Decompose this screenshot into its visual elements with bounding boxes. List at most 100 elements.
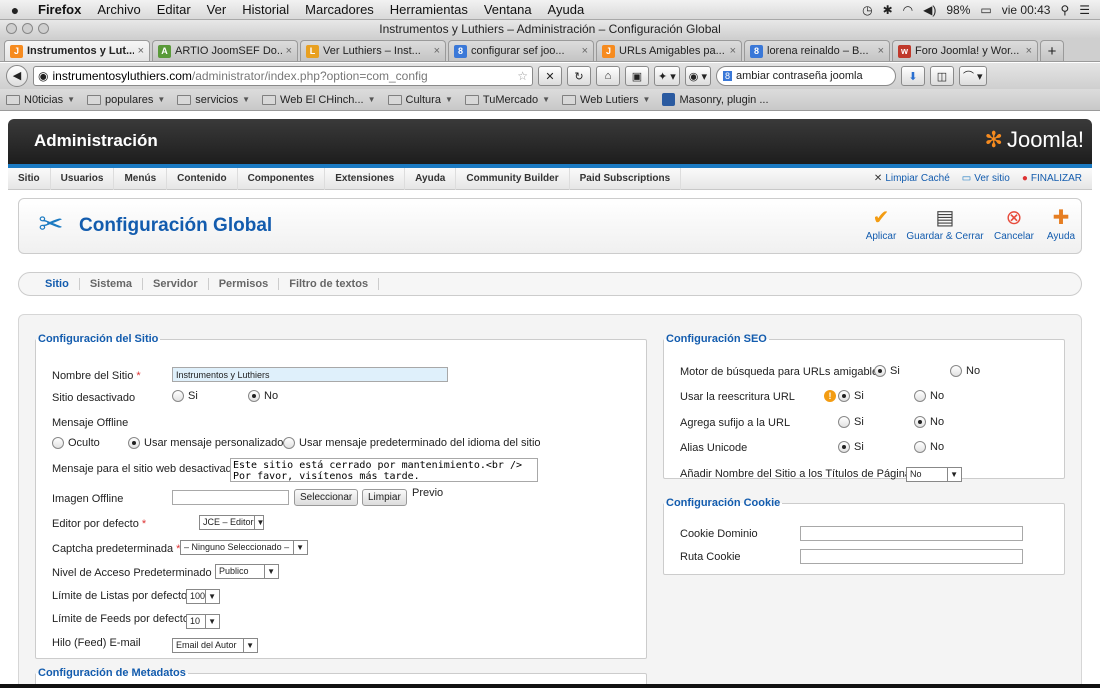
close-tab-icon[interactable]: ×	[730, 45, 736, 57]
new-tab-button[interactable]: +	[1040, 40, 1064, 61]
stop-button[interactable]: ✕	[538, 66, 562, 86]
zoom-window-button[interactable]	[38, 23, 49, 34]
clear-image-button[interactable]: Limpiar	[362, 489, 407, 506]
minimize-window-button[interactable]	[22, 23, 33, 34]
logout-link[interactable]: ● FINALIZAR	[1022, 173, 1082, 184]
browser-tab[interactable]: J URLs Amigables pa... ×	[596, 40, 742, 61]
bookmark-item[interactable]: Masonry, plugin ...	[662, 93, 769, 106]
sef-no-radio[interactable]: No	[950, 365, 980, 377]
offline-text-textarea[interactable]	[230, 458, 538, 482]
cookie-path-input[interactable]	[800, 549, 1023, 564]
access-level-select[interactable]: Publico ▼	[215, 564, 279, 579]
browser-tab[interactable]: A ARTIO JoomSEF Do... ×	[152, 40, 298, 61]
menu-marcadores[interactable]: Marcadores	[297, 2, 382, 17]
offline-yes-radio[interactable]: Si	[172, 390, 198, 402]
close-tab-icon[interactable]: ×	[286, 45, 292, 57]
tab-sistema[interactable]: Sistema	[80, 278, 144, 290]
warning-icon[interactable]: !	[824, 390, 836, 402]
rewrite-no-radio[interactable]: No	[914, 390, 944, 402]
addon2-button[interactable]: ◉ ▾	[684, 66, 711, 86]
offline-msg-hidden-radio[interactable]: Oculto	[52, 437, 100, 449]
unicode-yes-radio[interactable]: Si	[838, 441, 864, 453]
sef-yes-radio[interactable]: Si	[874, 365, 900, 377]
offline-msg-custom-radio[interactable]: Usar mensaje personalizado	[128, 437, 283, 449]
cancel-button[interactable]: ⊗ Cancelar	[992, 205, 1036, 242]
admin-menu-extensiones[interactable]: Extensiones	[325, 167, 406, 190]
admin-menu-componentes[interactable]: Componentes	[238, 167, 326, 190]
close-tab-icon[interactable]: ×	[582, 45, 588, 57]
menu-ventana[interactable]: Ventana	[476, 2, 540, 17]
bluetooth-icon[interactable]: ✱	[883, 3, 893, 17]
browser-tab[interactable]: 8 lorena reinaldo – B... ×	[744, 40, 890, 61]
tab-sitio[interactable]: Sitio	[35, 278, 80, 290]
editor-select[interactable]: JCE – Editor ▼	[199, 515, 264, 530]
back-button[interactable]: ◀	[6, 65, 28, 87]
menu-historial[interactable]: Historial	[234, 2, 297, 17]
addon3-button[interactable]: ◫	[929, 66, 954, 86]
admin-menu-sitio[interactable]: Sitio	[8, 167, 51, 190]
bookmark-item[interactable]: servicios ▼	[177, 94, 250, 106]
extension-button[interactable]: ▣	[625, 66, 649, 86]
search-input[interactable]: 8 ambiar contraseña joomla	[715, 66, 896, 86]
home-button[interactable]: ⌂	[596, 66, 620, 86]
battery-percent[interactable]: 98%	[946, 3, 970, 17]
admin-menu-contenido[interactable]: Contenido	[167, 167, 238, 190]
spotlight-icon[interactable]: ⚲	[1060, 3, 1069, 17]
download-button[interactable]: ⬇	[900, 66, 925, 86]
sitename-titles-select[interactable]: No ▼	[906, 467, 962, 482]
menu-ver[interactable]: Ver	[199, 2, 235, 17]
unicode-no-radio[interactable]: No	[914, 441, 944, 453]
reload-button[interactable]: ↻	[567, 66, 591, 86]
notification-icon[interactable]: ☰	[1079, 3, 1090, 17]
joomla-logo[interactable]: ✻ Joomla!	[985, 127, 1084, 153]
suffix-no-radio[interactable]: No	[914, 416, 944, 428]
browser-tab[interactable]: J Instrumentos y Lut... ×	[4, 40, 150, 61]
bookmark-star-icon[interactable]: ☆	[517, 69, 528, 83]
admin-menu-menus[interactable]: Menús	[114, 167, 168, 190]
offline-image-input[interactable]	[172, 490, 289, 505]
feed-email-select[interactable]: Email del Autor ▼	[172, 638, 258, 653]
tab-filtro-textos[interactable]: Filtro de textos	[279, 278, 380, 290]
browser-tab[interactable]: 8 configurar sef joo... ×	[448, 40, 594, 61]
help-button[interactable]: ✚ Ayuda	[1043, 205, 1079, 242]
admin-menu-ayuda[interactable]: Ayuda	[405, 167, 457, 190]
list-limit-select[interactable]: 100 ▼	[186, 589, 220, 604]
admin-menu-usuarios[interactable]: Usuarios	[51, 167, 115, 190]
addon-button[interactable]: ✦ ▾	[654, 66, 680, 86]
menu-archivo[interactable]: Archivo	[89, 2, 148, 17]
volume-icon[interactable]: ◀)	[923, 3, 936, 17]
time-machine-icon[interactable]: ◷	[862, 3, 872, 17]
bookmark-item[interactable]: TuMercado ▼	[464, 94, 550, 106]
apple-icon[interactable]: ●	[0, 2, 30, 18]
menu-ayuda[interactable]: Ayuda	[540, 2, 593, 17]
bookmark-item[interactable]: Web El CHinch... ▼	[262, 94, 376, 106]
wifi-icon[interactable]: ◠	[903, 3, 913, 17]
bookmark-item[interactable]: populares ▼	[87, 94, 165, 106]
save-close-button[interactable]: ▤ Guardar & Cerrar	[905, 205, 985, 242]
site-name-input[interactable]: Instrumentos y Luthiers	[172, 367, 448, 382]
url-bar[interactable]: ◉ instrumentosyluthiers.com/administrato…	[33, 66, 533, 86]
offline-msg-default-radio[interactable]: Usar mensaje predeterminado del idioma d…	[283, 437, 541, 449]
feed-limit-select[interactable]: 10 ▼	[186, 614, 220, 629]
menu-herramientas[interactable]: Herramientas	[382, 2, 476, 17]
apply-button[interactable]: ✔ Aplicar	[861, 205, 901, 242]
tab-servidor[interactable]: Servidor	[143, 278, 209, 290]
browser-tab[interactable]: w Foro Joomla! y Wor... ×	[892, 40, 1038, 61]
admin-menu-community-builder[interactable]: Community Builder	[456, 167, 570, 190]
menu-editar[interactable]: Editar	[149, 2, 199, 17]
clock[interactable]: vie 00:43	[1002, 3, 1051, 17]
close-tab-icon[interactable]: ×	[434, 45, 440, 57]
menu-firefox[interactable]: Firefox	[30, 2, 89, 17]
bookmark-item[interactable]: Web Lutiers ▼	[562, 94, 650, 106]
cookie-domain-input[interactable]	[800, 526, 1023, 541]
close-tab-icon[interactable]: ×	[1026, 45, 1032, 57]
rewrite-yes-radio[interactable]: Si	[838, 390, 864, 402]
bookmark-item[interactable]: N0ticias ▼	[6, 94, 75, 106]
view-site-link[interactable]: ▭ Ver sitio	[962, 173, 1010, 184]
addon4-button[interactable]: ⌒ ▾	[958, 66, 987, 86]
close-tab-icon[interactable]: ×	[138, 45, 144, 57]
admin-menu-paid-subscriptions[interactable]: Paid Subscriptions	[570, 167, 682, 190]
tab-permisos[interactable]: Permisos	[209, 278, 280, 290]
clear-cache-link[interactable]: ✕ Limpiar Caché	[874, 173, 950, 184]
bookmark-item[interactable]: Cultura ▼	[387, 94, 453, 106]
